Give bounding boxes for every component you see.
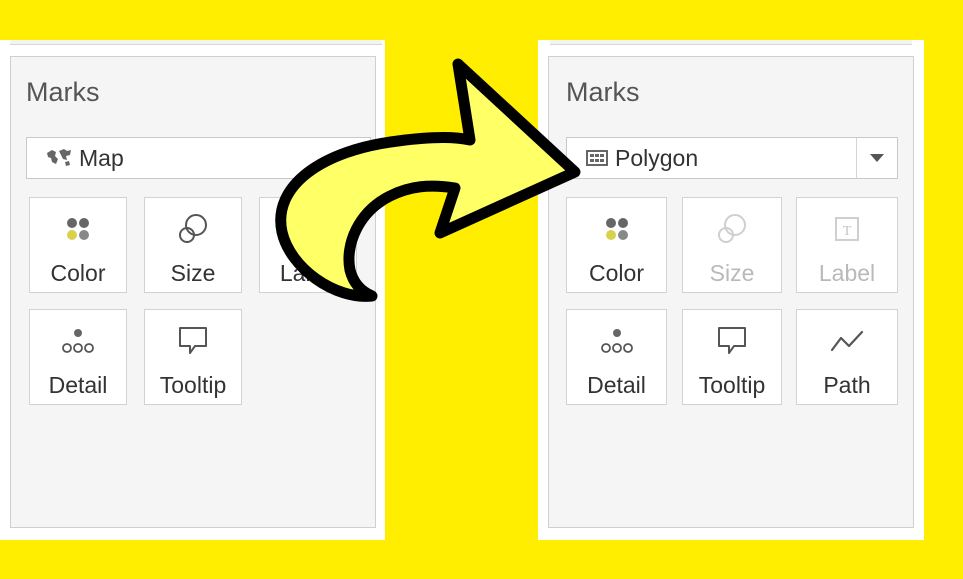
- curved-arrow-icon: [275, 58, 581, 302]
